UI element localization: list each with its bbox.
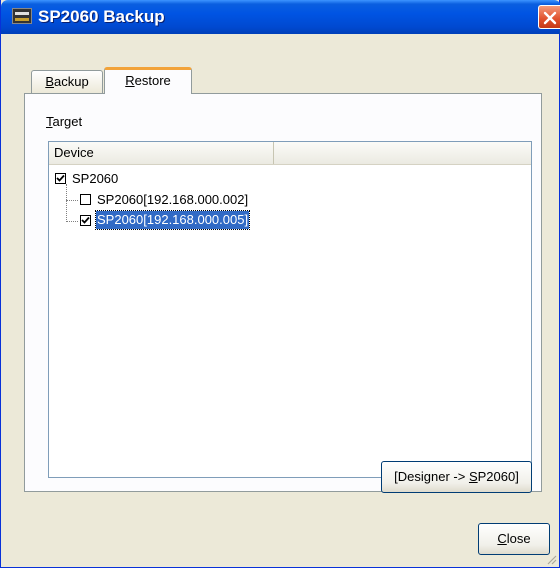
target-label: Target [46,114,83,129]
tree-line-vertical [66,184,67,222]
column-header-device[interactable]: Device [49,142,274,164]
close-button[interactable]: Close [478,523,550,555]
window-title: SP2060 Backup [38,7,165,26]
checkmark-icon [81,216,90,224]
tree-line-horizontal [66,221,78,222]
node-label: SP2060 [72,171,119,186]
close-window-button[interactable] [538,5,560,29]
node-label: SP2060[192.168.000.005] [94,210,251,230]
node-label: SP2060[192.168.000.002] [97,192,249,207]
tab-restore-mnemonic: R [125,73,135,88]
close-x-icon [543,11,557,25]
tab-restore-label: estore [134,73,171,88]
tab-backup[interactable]: Backup [31,70,103,93]
node-checkbox[interactable] [55,173,66,184]
designer-to-sp2060-button[interactable]: [Designer -> SP2060] [381,461,532,493]
tree-column-header: Device [49,142,531,165]
title-bar[interactable]: SP2060 Backup [1,0,560,34]
resize-grip-icon[interactable] [545,553,557,565]
node-checkbox[interactable] [80,215,91,226]
dialog-window: SP2060 Backup Backup Restore Target Devi… [0,0,560,568]
device-tree-view[interactable]: Device SP2060 SP2060[192.168.000.002] SP… [48,141,532,478]
app-icon [12,8,32,24]
column-header-empty[interactable] [275,142,531,164]
tab-backup-mnemonic: B [45,74,54,89]
tree-line-horizontal [66,200,78,201]
checkmark-icon [56,174,65,182]
tab-restore[interactable]: Restore [104,67,192,94]
node-checkbox[interactable] [80,194,91,205]
tab-backup-label: ackup [53,74,89,89]
